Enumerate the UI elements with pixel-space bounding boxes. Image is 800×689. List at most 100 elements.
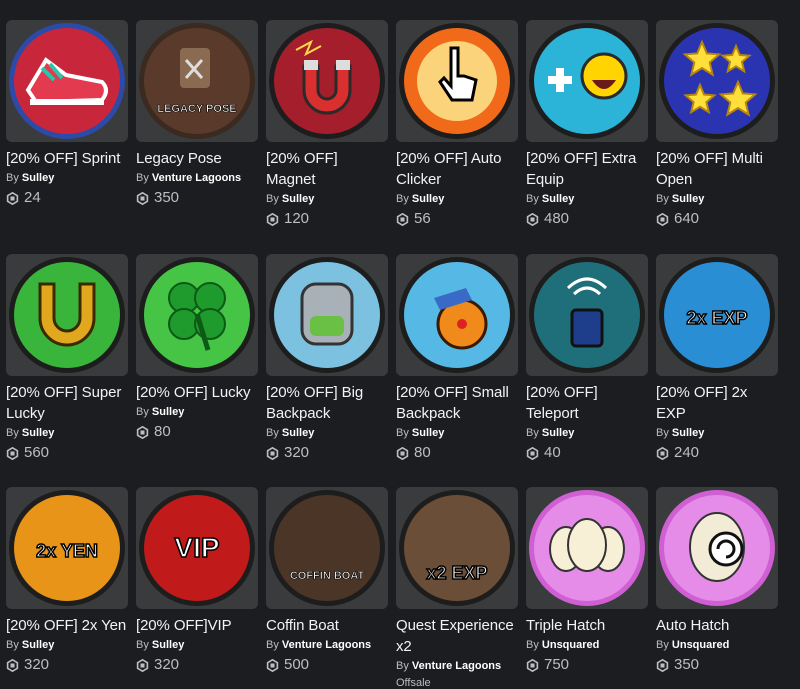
- vip-icon: VIP: [139, 490, 255, 606]
- item-card[interactable]: 2x YEN [20% OFF] 2x Yen By Sulley 320: [6, 487, 128, 674]
- by-prefix: By: [266, 639, 279, 651]
- item-thumbnail[interactable]: [526, 254, 648, 376]
- multi-open-stars-icon: [659, 23, 775, 139]
- item-card[interactable]: [20% OFF] Magnet By Sulley 120: [266, 20, 388, 228]
- item-card[interactable]: Triple Hatch By Unsquared 750: [526, 487, 648, 674]
- creator-link[interactable]: Venture Lagoons: [152, 172, 241, 184]
- item-thumbnail[interactable]: COFFIN BOAT: [266, 487, 388, 609]
- item-creator: By Venture Lagoons: [396, 660, 518, 673]
- robux-icon: [6, 191, 19, 205]
- creator-link[interactable]: Sulley: [672, 427, 704, 439]
- item-name[interactable]: [20% OFF] Sprint: [6, 148, 128, 169]
- item-card[interactable]: [20% OFF] Multi Open By Sulley 640: [656, 20, 778, 228]
- badge-text: 2x EXP: [686, 308, 747, 328]
- creator-link[interactable]: Sulley: [412, 427, 444, 439]
- creator-link[interactable]: Sulley: [542, 193, 574, 205]
- creator-link[interactable]: Sulley: [412, 193, 444, 205]
- item-name[interactable]: [20% OFF] 2x Yen: [6, 615, 128, 636]
- item-name[interactable]: [20% OFF] Small Backpack: [396, 382, 518, 424]
- item-name[interactable]: [20% OFF] Multi Open: [656, 148, 778, 190]
- by-prefix: By: [136, 406, 149, 418]
- item-name[interactable]: [20% OFF] Lucky: [136, 382, 258, 403]
- item-card[interactable]: [20% OFF] Teleport By Sulley 40: [526, 254, 648, 462]
- robux-icon: [266, 446, 279, 460]
- creator-link[interactable]: Sulley: [282, 193, 314, 205]
- badge-text: COFFIN BOAT: [290, 570, 365, 582]
- item-card[interactable]: Auto Hatch By Unsquared 350: [656, 487, 778, 674]
- creator-link[interactable]: Unsquared: [672, 639, 729, 651]
- item-card[interactable]: LEGACY POSE Legacy Pose By Venture Lagoons…: [136, 20, 258, 207]
- item-thumbnail[interactable]: [526, 20, 648, 142]
- item-card[interactable]: COFFIN BOAT Coffin Boat By Venture Lagoons…: [266, 487, 388, 674]
- item-name[interactable]: [20% OFF] Extra Equip: [526, 148, 648, 190]
- item-card[interactable]: x2 EXP Quest Experience x2 By Venture Lago…: [396, 487, 518, 689]
- price-value: 480: [544, 210, 570, 227]
- item-thumbnail[interactable]: [266, 20, 388, 142]
- item-name[interactable]: Legacy Pose: [136, 148, 258, 169]
- item-thumbnail[interactable]: x2 EXP: [396, 487, 518, 609]
- item-thumbnail[interactable]: [656, 487, 778, 609]
- teleport-icon: [529, 257, 645, 373]
- item-card[interactable]: [20% OFF] Extra Equip By Sulley 480: [526, 20, 648, 228]
- creator-link[interactable]: Unsquared: [542, 639, 599, 651]
- creator-link[interactable]: Sulley: [672, 193, 704, 205]
- creator-link[interactable]: Sulley: [22, 639, 54, 651]
- item-name[interactable]: [20% OFF] Big Backpack: [266, 382, 388, 424]
- item-thumbnail[interactable]: [6, 20, 128, 142]
- item-thumbnail[interactable]: [656, 20, 778, 142]
- auto-hatch-egg-icon: [659, 490, 775, 606]
- item-name[interactable]: [20% OFF] Super Lucky: [6, 382, 128, 424]
- item-thumbnail[interactable]: [396, 254, 518, 376]
- item-thumbnail[interactable]: 2x EXP: [656, 254, 778, 376]
- item-name[interactable]: [20% OFF] Teleport: [526, 382, 648, 424]
- item-name[interactable]: Auto Hatch: [656, 615, 778, 636]
- robux-icon: [136, 425, 149, 439]
- item-card[interactable]: [20% OFF] Lucky By Sulley 80: [136, 254, 258, 441]
- robux-icon: [6, 658, 19, 672]
- robux-icon: [6, 446, 19, 460]
- item-name[interactable]: [20% OFF] Auto Clicker: [396, 148, 518, 190]
- creator-link[interactable]: Venture Lagoons: [412, 660, 501, 672]
- big-backpack-icon: [269, 257, 385, 373]
- item-card[interactable]: 2x EXP [20% OFF] 2x EXP By Sulley 240: [656, 254, 778, 462]
- item-thumbnail[interactable]: LEGACY POSE: [136, 20, 258, 142]
- horseshoe-icon: [9, 257, 125, 373]
- creator-link[interactable]: Sulley: [542, 427, 574, 439]
- item-card[interactable]: [20% OFF] Big Backpack By Sulley 320: [266, 254, 388, 462]
- creator-link[interactable]: Venture Lagoons: [282, 639, 371, 651]
- item-name[interactable]: Quest Experience x2: [396, 615, 518, 657]
- item-price: 320: [266, 444, 388, 462]
- item-name[interactable]: [20% OFF]VIP: [136, 615, 258, 636]
- item-card[interactable]: [20% OFF] Super Lucky By Sulley 560: [6, 254, 128, 462]
- item-card[interactable]: [20% OFF] Auto Clicker By Sulley 56: [396, 20, 518, 228]
- price-value: 24: [24, 189, 41, 206]
- item-thumbnail[interactable]: VIP: [136, 487, 258, 609]
- creator-link[interactable]: Sulley: [152, 406, 184, 418]
- item-card[interactable]: [20% OFF] Small Backpack By Sulley 80: [396, 254, 518, 462]
- item-price: 40: [526, 444, 648, 462]
- price-value: 350: [674, 656, 700, 673]
- creator-link[interactable]: Sulley: [22, 172, 54, 184]
- item-thumbnail[interactable]: 2x YEN: [6, 487, 128, 609]
- item-thumbnail[interactable]: [396, 20, 518, 142]
- creator-link[interactable]: Sulley: [22, 427, 54, 439]
- item-thumbnail[interactable]: [6, 254, 128, 376]
- item-name[interactable]: [20% OFF] 2x EXP: [656, 382, 778, 424]
- item-thumbnail[interactable]: [266, 254, 388, 376]
- by-prefix: By: [6, 639, 19, 651]
- item-thumbnail[interactable]: [526, 487, 648, 609]
- robux-icon: [396, 212, 409, 226]
- item-card[interactable]: [20% OFF] Sprint By Sulley 24: [6, 20, 128, 207]
- creator-link[interactable]: Sulley: [282, 427, 314, 439]
- price-value: 80: [154, 423, 171, 440]
- item-creator: By Unsquared: [526, 639, 648, 652]
- item-name[interactable]: Coffin Boat: [266, 615, 388, 636]
- coffin-boat-icon: COFFIN BOAT: [269, 490, 385, 606]
- by-prefix: By: [396, 193, 409, 205]
- item-card[interactable]: VIP [20% OFF]VIP By Sulley 320: [136, 487, 258, 674]
- item-name[interactable]: Triple Hatch: [526, 615, 648, 636]
- item-thumbnail[interactable]: [136, 254, 258, 376]
- creator-link[interactable]: Sulley: [152, 639, 184, 651]
- item-name[interactable]: [20% OFF] Magnet: [266, 148, 388, 190]
- item-price: 240: [656, 444, 778, 462]
